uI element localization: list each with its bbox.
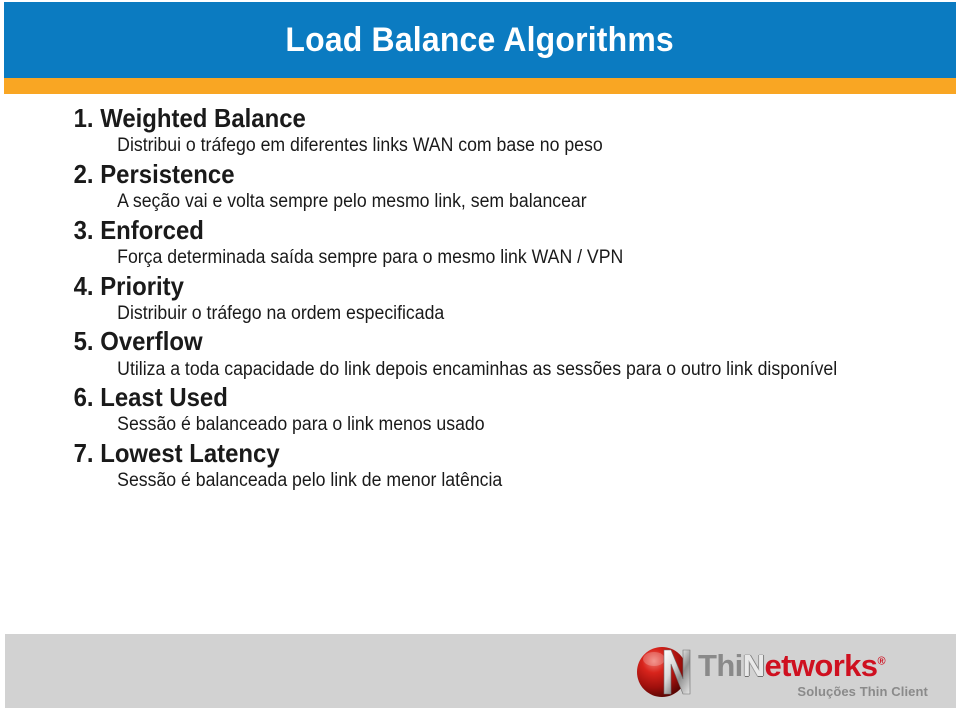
- algorithm-description: A seção vai e volta sempre pelo mesmo li…: [117, 190, 587, 212]
- algorithm-description: Utiliza a toda capacidade do link depois…: [117, 358, 838, 380]
- header-accent-bar: [4, 78, 956, 94]
- registered-mark-icon: ®: [877, 655, 885, 668]
- red-sphere-n-icon: [636, 644, 692, 700]
- logo-wordmark: ThiNetworks® Soluções Thin Client: [698, 650, 928, 699]
- algorithm-title: Persistence: [100, 158, 235, 189]
- algorithm-title: Least Used: [100, 382, 228, 413]
- algorithm-title: Enforced: [100, 214, 204, 245]
- algorithm-heading: 4. Priority: [0, 270, 883, 301]
- page-title: Load Balance Algorithms: [285, 21, 675, 59]
- list-item: 6. Least Used Sessão é balanceado para o…: [0, 383, 960, 437]
- algorithm-heading: 3. Enforced: [0, 214, 883, 245]
- header-band: Load Balance Algorithms: [4, 2, 956, 78]
- algorithm-number: 1.: [73, 103, 101, 133]
- logo-text-networks: etworks: [764, 648, 878, 683]
- algorithm-heading: 7. Lowest Latency: [0, 439, 883, 468]
- footer-band: ThiNetworks® Soluções Thin Client: [5, 634, 956, 708]
- algorithm-description: Sessão é balanceada pelo link de menor l…: [117, 470, 503, 492]
- logo-tagline: Soluções Thin Client: [797, 684, 928, 699]
- algorithm-heading: 6. Least Used: [0, 383, 883, 412]
- logo-text-thi: Thi: [698, 648, 743, 683]
- logo-wordmark-main: ThiNetworks®: [698, 650, 928, 681]
- algorithm-title: Weighted Balance: [100, 103, 306, 133]
- list-item: 5. Overflow Utiliza a toda capacidade do…: [0, 327, 960, 381]
- algorithm-heading: 5. Overflow: [0, 327, 883, 356]
- algorithm-number: 4.: [73, 270, 101, 301]
- algorithm-description: Distribui o tráfego em diferentes links …: [117, 135, 603, 157]
- list-item: 1. Weighted Balance Distribui o tráfego …: [0, 103, 960, 158]
- logo-text-n: N: [742, 648, 765, 683]
- algorithm-description: Força determinada saída sempre para o me…: [117, 246, 624, 268]
- algorithm-description: Sessão é balanceado para o link menos us…: [117, 414, 485, 436]
- slide-root: Load Balance Algorithms 1. Weighted Bala…: [0, 0, 960, 716]
- algorithm-number: 3.: [73, 214, 101, 245]
- list-item: 2. Persistence A seção vai e volta sempr…: [0, 158, 960, 214]
- algorithm-number: 2.: [73, 158, 101, 189]
- algorithm-number: 6.: [73, 382, 101, 413]
- algorithm-number: 5.: [73, 326, 101, 357]
- algorithm-title: Priority: [100, 270, 184, 301]
- list-item: 3. Enforced Força determinada saída semp…: [0, 214, 960, 270]
- algorithm-title: Overflow: [100, 326, 203, 357]
- thinetworks-logo: ThiNetworks® Soluções Thin Client: [632, 638, 932, 704]
- algorithm-heading: 2. Persistence: [0, 158, 883, 189]
- algorithm-description: Distribuir o tráfego na ordem especifica…: [117, 302, 445, 324]
- list-item: 4. Priority Distribuir o tráfego na orde…: [0, 270, 960, 326]
- algorithm-heading: 1. Weighted Balance: [0, 103, 883, 133]
- algorithm-list: 1. Weighted Balance Distribui o tráfego …: [0, 103, 960, 495]
- algorithm-title: Lowest Latency: [100, 438, 280, 469]
- list-item: 7. Lowest Latency Sessão é balanceada pe…: [0, 439, 960, 493]
- algorithm-number: 7.: [73, 438, 101, 469]
